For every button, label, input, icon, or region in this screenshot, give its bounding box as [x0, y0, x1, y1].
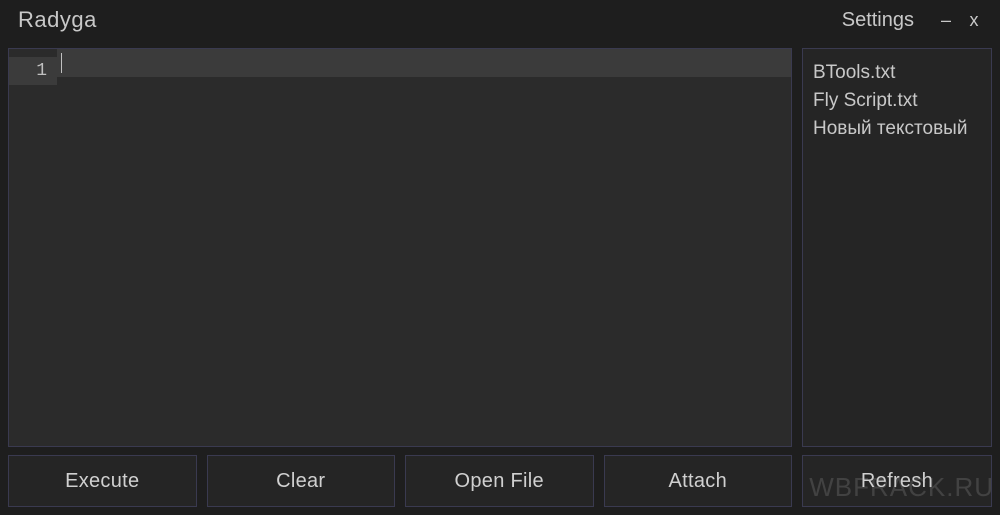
close-icon: x [970, 10, 979, 31]
close-button[interactable]: x [960, 6, 988, 34]
app-title: Radyga [18, 7, 97, 33]
line-gutter: 1 [9, 49, 57, 446]
gutter-line-1: 1 [9, 57, 57, 85]
settings-link[interactable]: Settings [842, 9, 914, 32]
text-cursor-icon [61, 53, 62, 73]
refresh-button[interactable]: Refresh [802, 455, 992, 507]
attach-button[interactable]: Attach [604, 455, 793, 507]
execute-button[interactable]: Execute [8, 455, 197, 507]
code-editor[interactable] [57, 49, 791, 446]
minimize-button[interactable]: – [932, 6, 960, 34]
button-row: Execute Clear Open File Attach Refresh [0, 455, 1000, 515]
clear-button[interactable]: Clear [207, 455, 396, 507]
editor-current-line [57, 49, 791, 77]
list-item[interactable]: Fly Script.txt [811, 87, 983, 115]
list-item[interactable]: Новый текстовый [811, 115, 983, 143]
list-item[interactable]: BTools.txt [811, 59, 983, 87]
editor-body [57, 77, 791, 446]
open-file-button[interactable]: Open File [405, 455, 594, 507]
minimize-icon: – [941, 10, 951, 31]
editor-pane: 1 [8, 48, 792, 447]
content-area: 1 BTools.txt Fly Script.txt Новый тексто… [0, 40, 1000, 455]
script-file-list: BTools.txt Fly Script.txt Новый текстовы… [802, 48, 992, 447]
titlebar: Radyga Settings – x [0, 0, 1000, 40]
